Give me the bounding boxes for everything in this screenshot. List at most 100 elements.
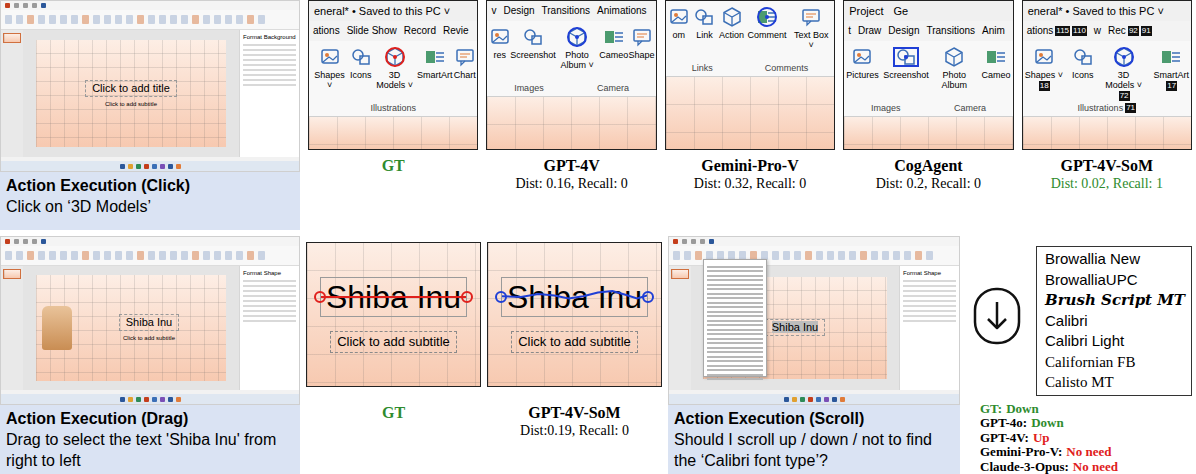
ribbon-button-icon[interactable] — [695, 251, 702, 260]
pane-option[interactable] — [243, 54, 296, 56]
ribbon-button-icon[interactable] — [860, 251, 867, 260]
ribbon-button-icon[interactable] — [5, 251, 12, 260]
ribbon-button[interactable]: res — [489, 26, 510, 60]
ribbon-button-icon[interactable] — [60, 15, 67, 24]
taskbar-app-icon[interactable] — [808, 397, 813, 402]
ribbon-button[interactable]: SmartArt — [418, 46, 452, 80]
ribbon-button-icon[interactable] — [38, 251, 45, 260]
ribbon-tab[interactable]: ations115110 — [1027, 24, 1087, 38]
font-entry[interactable] — [707, 306, 763, 308]
ribbon-button-icon[interactable] — [49, 15, 56, 24]
pane-option[interactable] — [243, 300, 296, 302]
font-entry[interactable] — [707, 347, 763, 349]
taskbar-app-icon[interactable] — [120, 164, 125, 169]
taskbar-app-icon[interactable] — [792, 397, 797, 402]
taskbar-app-icon[interactable] — [128, 397, 133, 402]
ribbon-button-icon[interactable] — [214, 251, 221, 260]
pane-option[interactable] — [243, 280, 296, 282]
pane-option[interactable] — [243, 285, 296, 287]
pane-option[interactable] — [243, 49, 296, 51]
ribbon-button-icon[interactable] — [203, 15, 210, 24]
ribbon-button[interactable]: Comment — [748, 6, 787, 40]
font-dropdown[interactable] — [703, 259, 767, 377]
font-entry[interactable] — [707, 297, 763, 299]
ribbon-button-icon[interactable] — [926, 251, 933, 260]
ribbon-button-icon[interactable] — [60, 251, 67, 260]
ribbon-button-icon[interactable] — [225, 15, 232, 24]
ribbon-button-icon[interactable] — [159, 251, 166, 260]
taskbar-app-icon[interactable] — [168, 397, 173, 402]
ribbon-button-icon[interactable] — [827, 251, 834, 260]
ribbon-button-icon[interactable] — [82, 15, 89, 24]
taskbar-app-icon[interactable] — [800, 397, 805, 402]
ribbon-button-icon[interactable] — [71, 15, 78, 24]
ribbon-button-icon[interactable] — [170, 15, 177, 24]
pane-option[interactable] — [243, 320, 296, 322]
window-control[interactable] — [41, 239, 46, 244]
ribbon-tab[interactable]: Design — [888, 24, 919, 38]
pane-option[interactable] — [243, 310, 296, 312]
ribbon-tab[interactable]: Draw — [858, 24, 881, 38]
ribbon-tab[interactable]: Revie — [443, 24, 469, 38]
pane-option[interactable] — [243, 64, 296, 66]
ribbon-button-icon[interactable] — [38, 15, 45, 24]
ribbon-button-icon[interactable] — [126, 251, 133, 260]
ribbon-button-icon[interactable] — [794, 251, 801, 260]
ribbon-button-icon[interactable] — [159, 15, 166, 24]
title-textbox[interactable]: Shiba Inu — [320, 277, 467, 317]
taskbar-app-icon[interactable] — [160, 164, 165, 169]
font-entry[interactable]: Brush Script MT — [1037, 290, 1191, 311]
ribbon-button[interactable]: Screenshot — [885, 46, 927, 80]
title-placeholder[interactable]: Shiba Inu — [765, 319, 825, 336]
ribbon-button-icon[interactable] — [805, 251, 812, 260]
taskbar-app-icon[interactable] — [160, 397, 165, 402]
ribbon-button[interactable]: SmartArt17 — [1153, 46, 1189, 91]
subtitle-placeholder[interactable]: Click to add subtitle — [120, 334, 178, 342]
pane-option[interactable] — [243, 295, 296, 297]
ribbon-tab[interactable]: Slide Show — [347, 24, 397, 38]
window-control[interactable] — [682, 239, 687, 244]
ribbon-button[interactable]: Photo Album ˅ — [556, 26, 598, 70]
ribbon-tab[interactable]: t — [848, 24, 851, 38]
ribbon-button-icon[interactable] — [16, 15, 23, 24]
font-entry[interactable]: Calibri Light — [1037, 331, 1191, 352]
ribbon-button-icon[interactable] — [104, 15, 111, 24]
font-entry[interactable] — [707, 293, 763, 295]
ribbon-button-icon[interactable] — [192, 15, 199, 24]
title-placeholder[interactable]: Click to add title — [85, 80, 177, 97]
window-control[interactable] — [691, 239, 696, 244]
ribbon-tab[interactable]: Record — [404, 24, 436, 38]
ribbon-button[interactable]: Text Box ˅ — [790, 6, 832, 50]
font-entry[interactable]: Browallia New — [1037, 249, 1191, 270]
ribbon-button-icon[interactable] — [849, 251, 856, 260]
ribbon-button[interactable]: Icons — [350, 46, 371, 80]
dog-picture[interactable] — [42, 306, 72, 350]
pane-option[interactable] — [243, 315, 296, 317]
pane-option[interactable] — [903, 295, 956, 297]
pane-option[interactable] — [903, 305, 956, 307]
ribbon-button-icon[interactable] — [27, 251, 34, 260]
ribbon-button-icon[interactable] — [236, 251, 243, 260]
taskbar-app-icon[interactable] — [136, 397, 141, 402]
ribbon-button-icon[interactable] — [148, 15, 155, 24]
ribbon-tab[interactable]: Animations — [597, 4, 646, 18]
ribbon-tab[interactable]: Rec9291 — [1108, 24, 1152, 38]
ribbon-button-icon[interactable] — [27, 15, 34, 24]
taskbar-app-icon[interactable] — [120, 397, 125, 402]
window-control[interactable] — [700, 239, 705, 244]
taskbar-app-icon[interactable] — [152, 164, 157, 169]
font-entry[interactable] — [707, 320, 763, 322]
ribbon-button-icon[interactable] — [673, 251, 680, 260]
taskbar-app-icon[interactable] — [176, 164, 181, 169]
ribbon-button-icon[interactable] — [783, 251, 790, 260]
ribbon-button-icon[interactable] — [247, 15, 254, 24]
taskbar-app-icon[interactable] — [144, 164, 149, 169]
ribbon-button-icon[interactable] — [148, 251, 155, 260]
title-textbox[interactable]: Shiba Inu — [501, 277, 648, 317]
ribbon-button[interactable]: 3D Models ˅72 — [1103, 46, 1145, 101]
ribbon-tab[interactable]: Transitions — [542, 4, 591, 18]
window-control[interactable] — [709, 239, 714, 244]
ribbon-button-icon[interactable] — [684, 251, 691, 260]
font-entry[interactable]: Californian FB — [1037, 352, 1191, 373]
subtitle-placeholder[interactable]: Click to add subtitle — [330, 331, 457, 353]
